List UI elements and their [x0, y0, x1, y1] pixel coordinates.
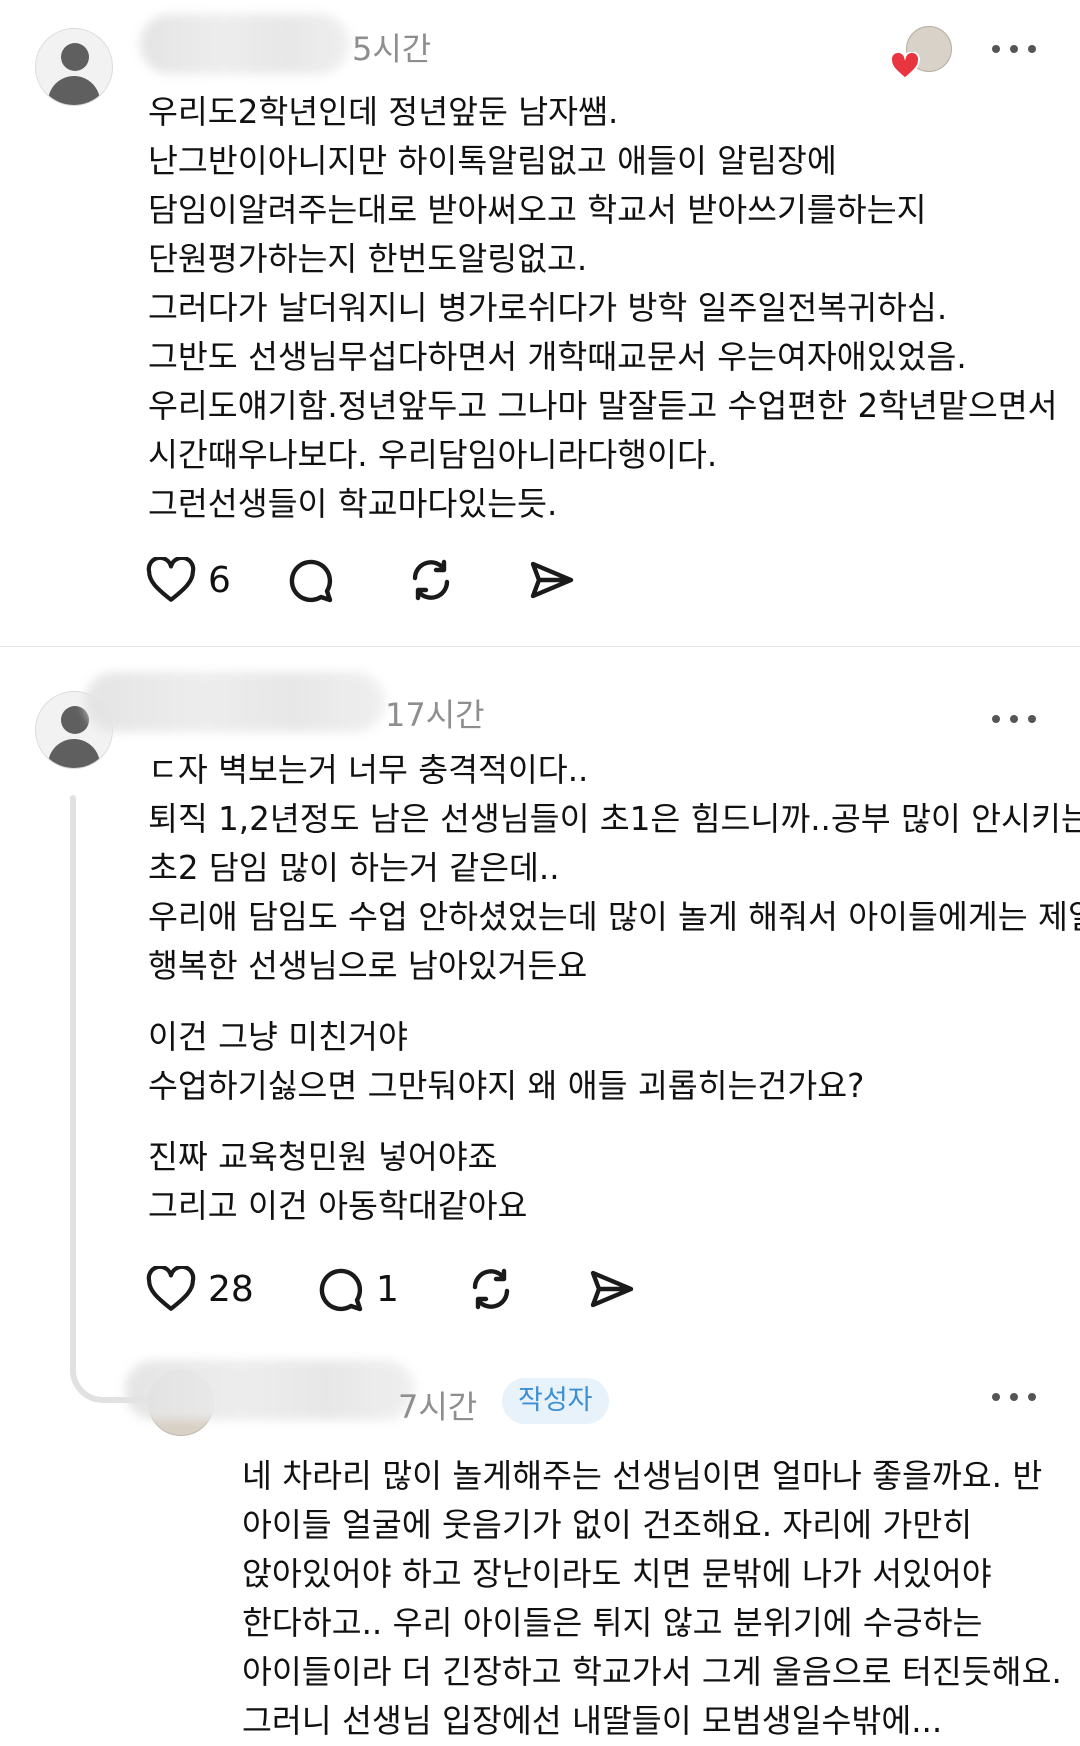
repost-icon: [472, 1268, 510, 1310]
comment-icon: [319, 1268, 363, 1312]
blurred-username: [140, 14, 350, 74]
text-line: 아이들이라 더 긴장하고 학교가서 그게 울음으로 터진듯해요.: [242, 1653, 1062, 1691]
post-time: 17시간: [385, 696, 485, 734]
text-line: 우리도얘기함.정년앞두고 그나마 말잘듣고 수업편한 2학년맡으면서: [148, 387, 1058, 425]
repost-button[interactable]: [466, 1265, 586, 1313]
like-button[interactable]: 6: [146, 557, 286, 603]
text-line: 시간때우나보다. 우리담임아니라다행이다.: [148, 436, 718, 474]
reply-count: 1: [376, 1268, 399, 1310]
text-line: 담임이알려주는대로 받아써오고 학교서 받아쓰기를하는지: [148, 191, 927, 229]
text-line: 그런선생들이 학교마다있는듯.: [148, 485, 558, 523]
text-line: 이건 그냥 미친거야: [148, 1018, 408, 1056]
text-line: 우리애 담임도 수업 안하셨었는데 많이 놀게 해줘서 아이들에게는 제일: [148, 898, 1080, 936]
more-icon: [992, 45, 1000, 53]
liked-heart-icon: [890, 52, 920, 80]
share-button[interactable]: [526, 556, 576, 604]
more-options-button[interactable]: [992, 1390, 1036, 1404]
text-line: 그리고 이건 아동학대같아요: [148, 1187, 528, 1225]
like-button[interactable]: 28: [146, 1266, 316, 1312]
post-time: 7시간: [398, 1388, 478, 1426]
text-line: 우리도2학년인데 정년앞둔 남자쌤.: [148, 93, 619, 131]
blurred-username: [85, 672, 385, 732]
text-line: 그러다가 날더워지니 병가로쉬다가 방학 일주일전복귀하심.: [148, 289, 948, 327]
more-icon: [992, 1393, 1000, 1401]
text-line: ㄷ자 벽보는거 너무 충격적이다..: [148, 751, 589, 789]
text-line: 한다하고.. 우리 아이들은 튀지 않고 분위기에 수긍하는: [242, 1604, 983, 1642]
avatar[interactable]: [35, 28, 113, 106]
like-count: 28: [208, 1268, 254, 1310]
author-badge: 작성자: [502, 1378, 609, 1424]
share-icon: [590, 1270, 634, 1308]
thread-post-1: 5시간 우리도2학년인데 정년앞둔 남자쌤. 난그반이아니지만 하이톡알림없고 …: [0, 0, 1080, 645]
text-line: 아이들 얼굴에 웃음기가 없이 건조해요. 자리에 가만히: [242, 1506, 973, 1544]
post-time: 5시간: [352, 30, 432, 68]
text-line: 퇴직 1,2년정도 남은 선생님들이 초1은 힘드니까..공부 많이 안시키는: [148, 800, 1080, 838]
more-options-button[interactable]: [992, 712, 1036, 726]
repost-button[interactable]: [406, 556, 526, 604]
more-options-button[interactable]: [992, 42, 1036, 56]
text-line: 행복한 선생님으로 남아있거든요: [148, 947, 588, 985]
more-icon: [992, 715, 1000, 723]
action-bar: 6: [146, 556, 576, 604]
text-line: 그러니 선생님 입장에선 내딸들이 모범생일수밖에...: [242, 1702, 943, 1740]
text-line: 그반도 선생님무섭다하면서 개학때교문서 우는여자애있었음.: [148, 338, 967, 376]
share-icon: [530, 561, 574, 599]
heart-icon: [146, 1266, 196, 1311]
action-bar: 28 1: [146, 1265, 636, 1313]
comment-icon: [289, 559, 333, 603]
reply-button[interactable]: 1: [316, 1265, 466, 1313]
repost-icon: [412, 559, 450, 601]
post-divider: [0, 646, 1080, 647]
text-line: 초2 담임 많이 하는거 같은데..: [148, 849, 560, 887]
text-line: 수업하기싫으면 그만둬야지 왜 애들 괴롭히는건가요?: [148, 1067, 865, 1105]
post-text: 네 차라리 많이 놀게해주는 선생님이면 얼마나 좋을까요. 반 아이들 얼굴에…: [242, 1452, 1062, 1746]
like-count: 6: [208, 559, 231, 601]
reply-button[interactable]: [286, 556, 406, 604]
heart-icon: [146, 557, 196, 602]
text-line: 단원평가하는지 한번도알링없고.: [148, 240, 588, 278]
blurred-username: [125, 1360, 415, 1420]
post-text: ㄷ자 벽보는거 너무 충격적이다.. 퇴직 1,2년정도 남은 선생님들이 초1…: [148, 746, 1080, 1231]
text-line: 앉아있어야 하고 장난이라도 치면 문밖에 나가 서있어야: [242, 1555, 992, 1593]
thread-post-2: 17시간 ㄷ자 벽보는거 너무 충격적이다.. 퇴직 1,2년정도 남은 선생님…: [0, 660, 1080, 1380]
text-line: 네 차라리 많이 놀게해주는 선생님이면 얼마나 좋을까요. 반: [242, 1457, 1043, 1495]
thread-post-3-reply: 7시간 작성자 네 차라리 많이 놀게해주는 선생님이면 얼마나 좋을까요. 반…: [0, 1360, 1080, 1740]
thread-line: [70, 795, 76, 1375]
share-button[interactable]: [586, 1265, 636, 1313]
post-text: 우리도2학년인데 정년앞둔 남자쌤. 난그반이아니지만 하이톡알림없고 애들이 …: [148, 88, 1060, 529]
text-line: 진짜 교육청민원 넣어야죠: [148, 1138, 498, 1176]
text-line: 난그반이아니지만 하이톡알림없고 애들이 알림장에: [148, 142, 837, 180]
